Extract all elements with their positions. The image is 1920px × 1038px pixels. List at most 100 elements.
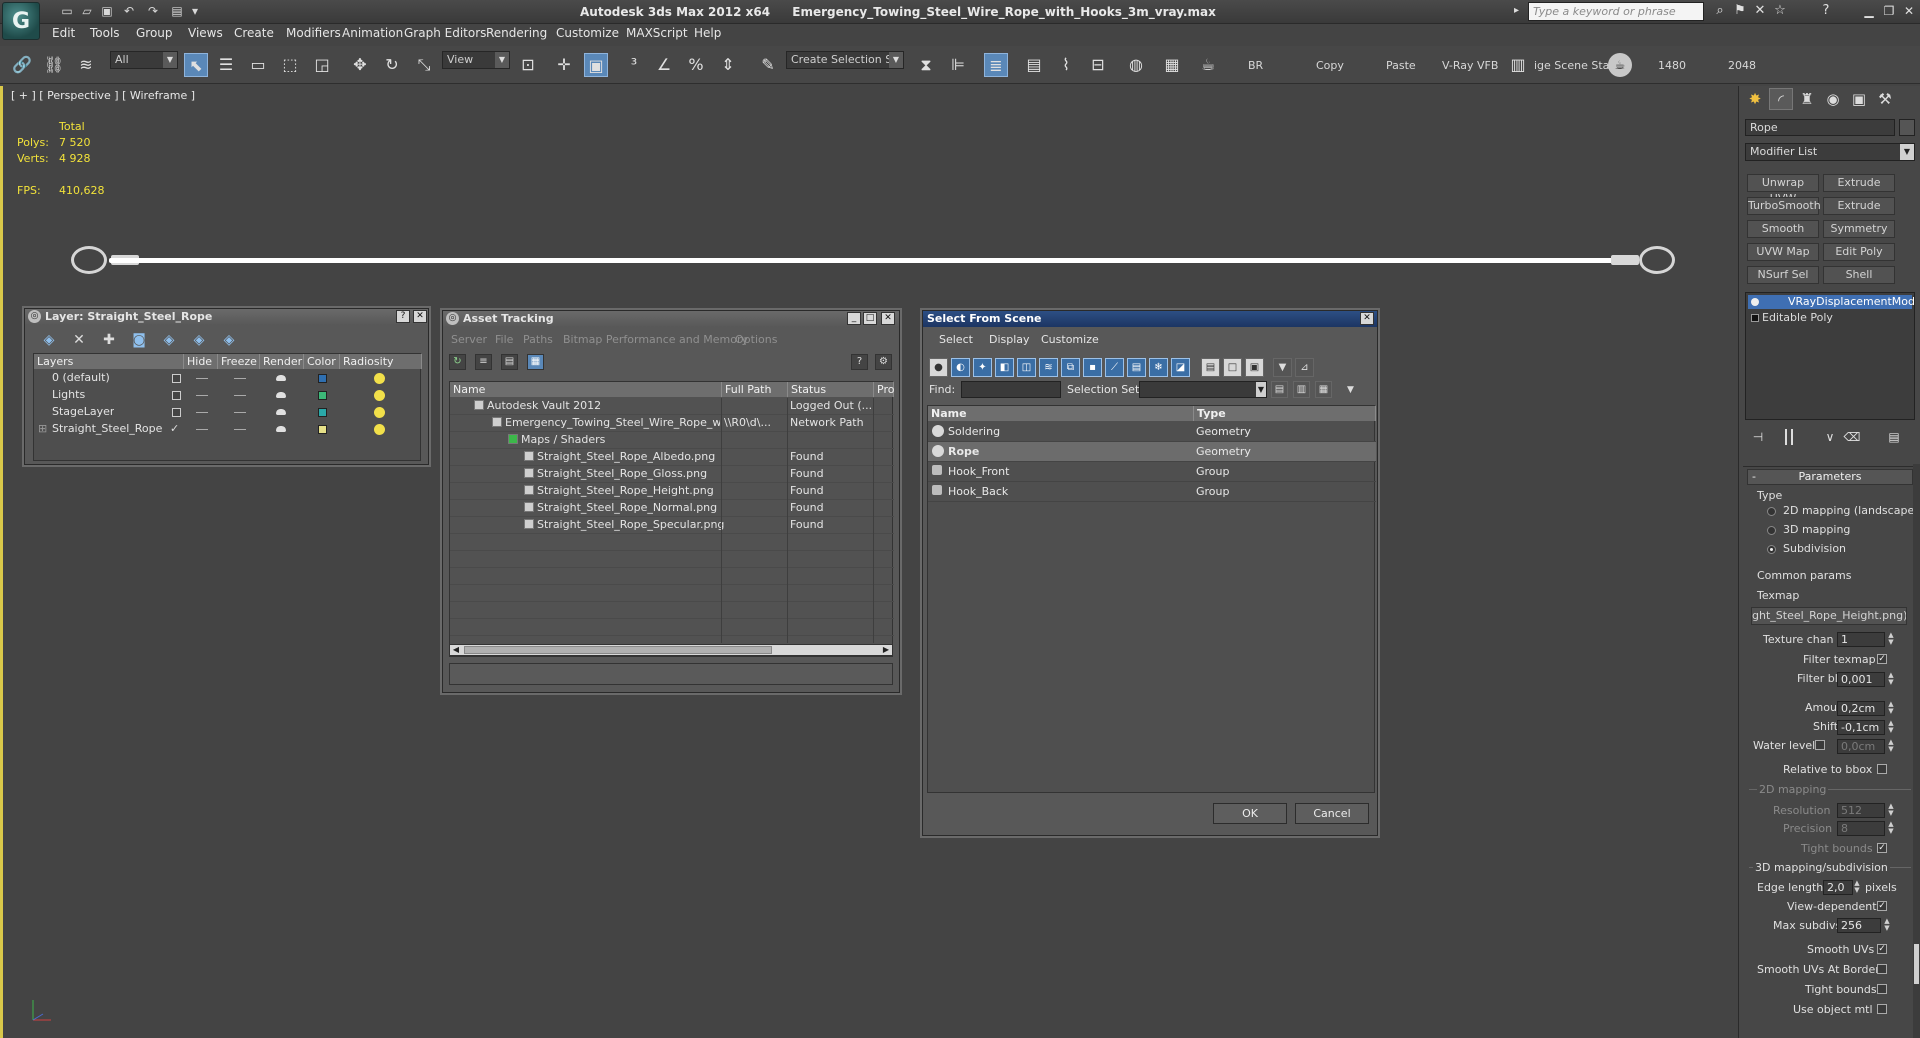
table-row[interactable]: Lights (34, 387, 422, 404)
asset-menu-options[interactable]: Options (735, 333, 777, 346)
radio-3d-mapping[interactable] (1767, 526, 1776, 535)
spinner-arrows-icon[interactable]: ▲ ▼ (1887, 739, 1895, 754)
shell-button[interactable]: Shell (1823, 266, 1895, 284)
tight-bounds-3d-checkbox[interactable] (1877, 984, 1887, 994)
freeze-toggle[interactable] (234, 378, 246, 379)
modify-tab-icon[interactable]: ◜ (1769, 88, 1793, 110)
curve-editor-icon[interactable]: ⌇ (1054, 53, 1078, 77)
radio-subdivision[interactable] (1767, 545, 1776, 554)
column-header-pro[interactable]: Pro (874, 382, 894, 397)
help-icon[interactable]: ? (396, 310, 410, 323)
options-dropdown-icon[interactable]: ▼ (1347, 385, 1354, 395)
list-item[interactable]: Hook_Front Group (928, 462, 1376, 482)
percent-snap-icon[interactable]: % (684, 53, 708, 77)
edit-named-selection-icon[interactable]: ✎ (756, 53, 780, 77)
radiosity-bulb-icon[interactable] (374, 407, 385, 418)
close-icon[interactable]: ✕ (1360, 312, 1374, 325)
select-menu-customize[interactable]: Customize (1041, 333, 1099, 346)
list-view-icon[interactable]: ≡ (475, 354, 492, 370)
select-and-rotate-icon[interactable]: ↻ (380, 53, 404, 77)
object-name-field[interactable]: Rope (1745, 119, 1895, 136)
maximize-icon[interactable]: □ (863, 312, 877, 325)
find-input[interactable] (961, 381, 1061, 398)
asset-menu-bitmap-performance[interactable]: Bitmap Performance and Memory (563, 333, 748, 346)
water-level-checkbox[interactable] (1815, 740, 1825, 750)
layer-color-swatch[interactable] (318, 425, 327, 434)
display-invert-icon[interactable]: ▣ (1245, 358, 1264, 377)
hide-toggle[interactable] (196, 378, 208, 379)
manipulate-icon[interactable]: ✛ (552, 53, 576, 77)
help-icon[interactable]: ? (1818, 3, 1834, 19)
add-to-layer-icon[interactable]: ✚ (99, 331, 119, 349)
snaps-toggle-icon[interactable]: ³ (622, 53, 646, 77)
expand-icon[interactable]: ⊞ (38, 422, 47, 436)
freeze-toggle[interactable] (234, 412, 246, 413)
rectangular-selection-icon[interactable]: ▭ (246, 53, 270, 77)
unlink-icon[interactable]: ⛓ (42, 53, 66, 77)
table-row[interactable]: 0 (default) (34, 370, 422, 387)
create-tab-icon[interactable]: ✸ (1743, 88, 1767, 110)
select-all-icon[interactable]: ▤ (1271, 381, 1288, 398)
spinner-arrows-icon[interactable]: ▲ ▼ (1853, 880, 1861, 895)
column-header-radiosity[interactable]: Radiosity (340, 354, 422, 369)
tools-icon[interactable]: ✕ (1752, 3, 1768, 19)
named-selection-dropdown[interactable]: Create Selection Se ▼ (786, 51, 904, 69)
display-containers-icon[interactable]: ▤ (1127, 358, 1146, 377)
scrollbar-thumb[interactable] (464, 646, 772, 654)
menu-edit[interactable]: Edit (52, 26, 75, 40)
highlight-selected-layer-icon[interactable]: ◈ (159, 331, 179, 349)
table-row[interactable]: Straight_Steel_Rope_Albedo.png Found (450, 449, 894, 466)
column-header-freeze[interactable]: Freeze (218, 354, 260, 369)
view-dependent-checkbox[interactable]: ✓ (1877, 901, 1887, 911)
paste-button[interactable]: Paste (1386, 59, 1416, 72)
hook-front-object[interactable] (71, 246, 107, 274)
display-frozen-icon[interactable]: ❄ (1149, 358, 1168, 377)
table-row[interactable]: ⊞ Straight_Steel_Rope ✓ (34, 421, 422, 438)
display-helpers-icon[interactable]: ◫ (1017, 358, 1036, 377)
copy-button[interactable]: Copy (1316, 59, 1344, 72)
radiosity-bulb-icon[interactable] (374, 424, 385, 435)
restore-icon[interactable]: ❐ (1880, 3, 1898, 19)
table-row[interactable]: Straight_Steel_Rope_Gloss.png Found (450, 466, 894, 483)
precision-spinner[interactable]: 8 (1837, 821, 1885, 836)
resolution-1480-button[interactable]: 1480 (1658, 59, 1686, 72)
shift-spinner[interactable]: -0,1cm (1837, 720, 1885, 735)
hook-back-object[interactable] (1639, 246, 1675, 274)
parameters-rollout-header[interactable]: - Parameters (1747, 469, 1913, 485)
reference-coordinate-dropdown[interactable]: View ▼ (442, 51, 510, 69)
scroll-left-icon[interactable]: ◀ (450, 645, 462, 655)
spinner-arrows-icon[interactable]: ▲ ▼ (1887, 701, 1895, 716)
render-teapot-icon[interactable] (276, 426, 286, 432)
column-header-name[interactable]: Name (450, 382, 722, 397)
selection-set-dropdown[interactable]: ▼ (1139, 381, 1267, 398)
create-layer-icon[interactable]: ◈ (39, 331, 59, 349)
display-xrefs-icon[interactable]: ▪ (1083, 358, 1102, 377)
select-dialog-titlebar[interactable]: Select From Scene (923, 311, 1377, 327)
layer-color-swatch[interactable] (318, 391, 327, 400)
use-object-mtl-checkbox[interactable] (1877, 1004, 1887, 1014)
edit-poly-button[interactable]: Edit Poly (1823, 243, 1895, 261)
unwrap-uvw-button[interactable]: Unwrap UVW (1747, 174, 1819, 205)
select-none-icon[interactable]: ▥ (1293, 381, 1310, 398)
layer-color-swatch[interactable] (318, 374, 327, 383)
command-panel-scrollbar[interactable] (1913, 464, 1920, 1038)
current-layer-checkbox[interactable] (172, 391, 181, 400)
render-production-icon[interactable]: ☕ (1196, 53, 1220, 77)
menu-maxscript[interactable]: MAXScript (626, 26, 688, 40)
menu-views[interactable]: Views (188, 26, 223, 40)
communication-center-icon[interactable]: ⚑ (1732, 3, 1748, 19)
select-and-move-icon[interactable]: ✥ (348, 53, 372, 77)
quick-access-dropdown-icon[interactable]: ▾ (188, 4, 202, 18)
tight-bounds-2d-checkbox[interactable]: ✓ (1877, 843, 1887, 853)
menu-create[interactable]: Create (234, 26, 274, 40)
hide-toggle[interactable] (196, 395, 208, 396)
column-header-render[interactable]: Render (260, 354, 304, 369)
favorites-icon[interactable]: ☆ (1772, 3, 1788, 19)
ok-button[interactable]: OK (1213, 803, 1287, 824)
render-teapot-icon[interactable]: ☕ (1608, 53, 1632, 77)
radiosity-bulb-icon[interactable] (374, 373, 385, 384)
align-icon[interactable]: ⊫ (946, 53, 970, 77)
search-input[interactable]: Type a keyword or phrase (1528, 2, 1704, 21)
filter-blur-spinner[interactable]: 0,001 (1837, 672, 1885, 687)
display-lights-icon[interactable]: ✦ (973, 358, 992, 377)
